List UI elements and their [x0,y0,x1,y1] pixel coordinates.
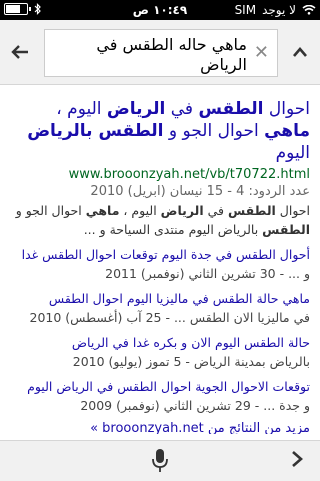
sub-result-date: و جدة ... - 29 تشرين الثاني (نوفمبر) 200… [80,398,310,413]
forward-button[interactable] [282,447,312,475]
collapse-button[interactable] [280,32,320,72]
snippet-text: احوال [275,203,310,218]
battery-fill [6,5,20,13]
bluetooth-icon [34,3,41,15]
sub-result-date: و ... - 30 تشرين الثاني (نوفمبر) 2011 [105,266,310,281]
result-title[interactable]: احوال الطقس في الرياض اليوم ، ماهي احوال… [10,98,310,164]
snippet-bold: الطقس [227,203,276,218]
snippet-bold: ماهي [85,203,120,218]
title-bold: ماهي [264,121,310,141]
sub-result-link[interactable]: أحوال الطقس في جدة اليوم توقعات احوال ال… [10,245,310,264]
sub-result-link[interactable]: حالة الطقس اليوم الان و بكره غدا في الري… [10,333,310,352]
sub-result: أحوال الطقس في جدة اليوم توقعات احوال ال… [10,245,310,283]
left-arrow-icon [11,45,28,59]
title-bold: الطقس بالرياض [27,121,164,141]
title-text: اليوم ، [56,99,107,119]
sub-result-link[interactable]: توقعات الاحوال الجوية احوال الطقس في الر… [10,377,310,396]
bottom-toolbar [0,440,320,481]
sub-result-link[interactable]: ماهي حالة الطقس في ماليزيا اليوم احوال ا… [10,289,310,308]
status-bar: SIM لا يوجد ١٠:٤٩ ص [0,0,320,20]
snippet-bold: الطقس [262,222,310,237]
title-text: في [165,99,199,119]
sub-result-date: في ماليزيا الان الطقس ... - 25 آب (أغسطس… [29,310,311,325]
more-results-link[interactable]: مزيد من النتائج من brooonzyah.net » [10,421,310,434]
sub-result-date: بالرياض بمدينة الرياض - 5 تموز (يوليو) 2… [72,354,310,369]
snippet-text: اليوم ، [119,203,161,218]
sub-result: توقعات الاحوال الجوية احوال الطقس في الر… [10,377,310,415]
chevron-right-icon [292,451,303,467]
back-button[interactable] [0,32,40,72]
result-url[interactable]: www.brooonzyah.net/vb/t70722.html [10,167,310,182]
results-panel: احوال الطقس في الرياض اليوم ، ماهي احوال… [0,86,320,434]
battery-icon [4,3,31,15]
clear-icon[interactable]: ✕ [254,42,269,63]
title-bold: الرياض [106,99,166,119]
chevron-up-icon [293,47,307,57]
status-right-group [4,3,42,15]
snippet-text: في [203,203,228,218]
search-query-text[interactable]: ماهي حاله الطقس في الرياض [55,35,247,75]
search-header: ماهي حاله الطقس في الرياض ✕ [0,20,320,85]
sub-result: ماهي حالة الطقس في ماليزيا اليوم احوال ا… [10,289,311,327]
title-text: احوال الجو و [163,121,265,141]
clock: ١٠:٤٩ ص [132,3,188,17]
snippet-bold: الرياض [160,203,204,218]
title-bold: الطقس [198,99,264,119]
microphone-icon[interactable] [150,447,170,475]
title-text: اليوم [275,143,310,163]
result-snippet: احوال الطقس في الرياض اليوم ، ماهي احوال… [10,201,310,239]
result-meta: عدد الردود: 4 - 15 نيسان (ابريل) 2010 [90,184,310,199]
search-field[interactable]: ماهي حاله الطقس في الرياض ✕ [44,29,278,77]
title-text: احوال [263,99,310,119]
snippet-text: بالرياض اليوم منتدى السياحة و ... [83,222,263,237]
sub-result: حالة الطقس اليوم الان و بكره غدا في الري… [10,333,310,371]
snippet-text: احوال الجو و [15,203,86,218]
